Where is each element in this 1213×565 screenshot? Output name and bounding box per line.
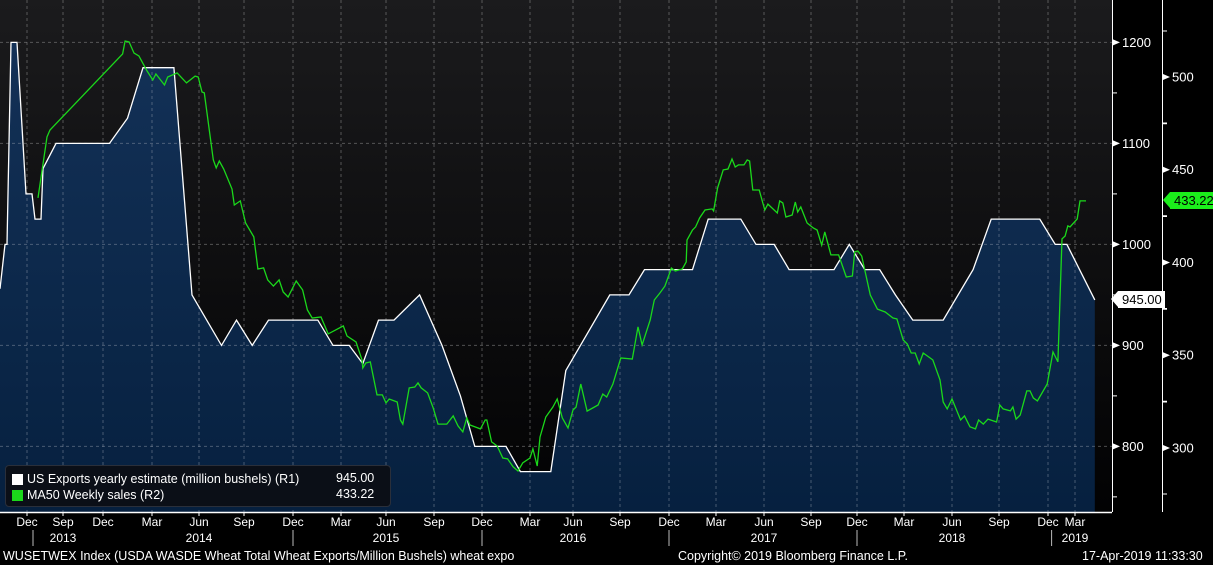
left-axis-tick-label: 900 <box>1122 338 1144 353</box>
right-axis-tick-marker <box>1163 73 1170 80</box>
x-axis-month-label: Sep <box>423 515 445 529</box>
x-axis-month-label: Mar <box>520 515 541 529</box>
legend-swatch-white <box>12 473 23 485</box>
left-axis-tick-marker <box>1113 39 1120 46</box>
x-axis-month-label: Mar <box>894 515 915 529</box>
left-axis-tick-marker <box>1113 140 1120 147</box>
right-axis-tick-marker <box>1163 166 1170 173</box>
x-axis-month-label: Dec <box>1037 515 1058 529</box>
x-axis-month-label: Dec <box>282 515 303 529</box>
left-axis-tick-label: 800 <box>1122 439 1144 454</box>
legend-label: US Exports yearly estimate (million bush… <box>27 472 300 486</box>
x-axis-month-label: Jun <box>376 515 395 529</box>
right-axis-tick-label: 500 <box>1172 69 1194 84</box>
legend-swatch-green <box>12 489 23 501</box>
right-axis-tick-label: 450 <box>1172 162 1194 177</box>
right-axis-tick-label: 300 <box>1172 441 1194 456</box>
x-axis-month-label: Mar <box>142 515 163 529</box>
right-axis-tick-marker <box>1163 445 1170 451</box>
left-axis-tick-label: 1200 <box>1122 35 1151 50</box>
x-axis-year-label: 2014 <box>186 531 213 545</box>
right-axis-tick-label: 400 <box>1172 255 1194 270</box>
footer-timestamp: 17-Apr-2019 11:33:30 <box>1082 549 1203 563</box>
left-axis-tick-marker <box>1113 342 1120 349</box>
x-axis-month-label: Sep <box>52 515 74 529</box>
legend-item-ma50: MA50 Weekly sales (R2) <box>12 487 164 503</box>
x-axis-year-label: 2017 <box>751 531 778 545</box>
legend-label: MA50 Weekly sales (R2) <box>27 488 165 502</box>
x-axis-month-label: Jun <box>942 515 961 529</box>
last-value-tag-exports: 945.00 <box>1111 291 1165 308</box>
x-axis-month-label: Dec <box>846 515 867 529</box>
x-axis-month-label: Dec <box>16 515 37 529</box>
footer-copyright: Copyright© 2019 Bloomberg Finance L.P. <box>678 549 908 563</box>
x-axis-month-label: Sep <box>609 515 631 529</box>
x-axis-month-label: Jun <box>189 515 208 529</box>
x-axis-month-label: Mar <box>706 515 727 529</box>
right-axis-tick-marker <box>1163 352 1170 359</box>
x-axis-month-label: Dec <box>92 515 113 529</box>
right-axis-tick-marker <box>1163 259 1170 266</box>
legend-value: 433.22 <box>336 487 375 501</box>
legend: US Exports yearly estimate (million bush… <box>5 465 391 507</box>
left-axis-tick-marker <box>1113 241 1120 248</box>
last-value-tag-ma50: 433.22 <box>1163 192 1213 209</box>
right-axis-tick-label: 350 <box>1172 348 1194 363</box>
x-axis-month-label: Jun <box>754 515 773 529</box>
x-axis-month-label: Dec <box>471 515 492 529</box>
x-axis-month-label: Mar <box>331 515 352 529</box>
left-axis-tick-label: 1100 <box>1122 136 1150 151</box>
x-axis-year-label: 2013 <box>50 531 77 545</box>
x-axis-month-label: Mar <box>1065 515 1086 529</box>
x-axis-year-label: 2019 <box>1062 531 1089 545</box>
x-axis-month-label: Jun <box>563 515 582 529</box>
left-axis-tick-marker <box>1113 443 1120 450</box>
legend-value: 945.00 <box>336 471 375 485</box>
x-axis-year-label: 2018 <box>939 531 966 545</box>
x-axis-year-label: 2015 <box>373 531 400 545</box>
x-axis-month-label: Sep <box>988 515 1010 529</box>
footer-ticker: WUSETWEX Index (USDA WASDE Wheat Total W… <box>3 549 515 563</box>
legend-item-exports: US Exports yearly estimate (million bush… <box>12 471 299 487</box>
x-axis-month-label: Sep <box>233 515 255 529</box>
x-axis-month-label: Dec <box>658 515 679 529</box>
x-axis-month-label: Sep <box>800 515 822 529</box>
x-axis-year-label: 2016 <box>560 531 587 545</box>
left-axis-tick-label: 1000 <box>1122 237 1151 252</box>
